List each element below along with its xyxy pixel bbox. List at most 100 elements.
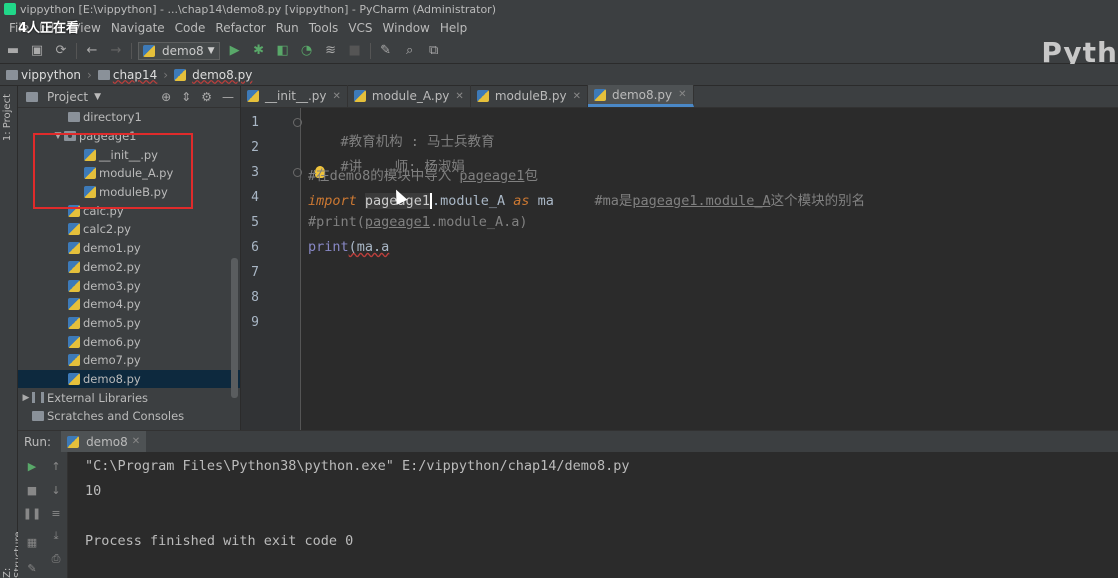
fold-marker-icon[interactable] xyxy=(293,168,302,177)
close-icon[interactable]: ✕ xyxy=(132,436,140,447)
run-tab-label: demo8 xyxy=(86,434,128,449)
code-line-6: print(ma.a xyxy=(308,239,389,255)
comment-text: 这个模块的别名 xyxy=(770,193,866,209)
tree-item-directory1[interactable]: directory1 xyxy=(18,108,240,127)
fold-marker-icon[interactable] xyxy=(293,118,302,127)
pin-icon[interactable]: ✎ xyxy=(24,560,40,576)
project-panel: Project ▼ ⊕ ⇕ ⚙ — directory1 ▼ pageage1 __i… xyxy=(18,86,240,430)
line-number: 1 xyxy=(251,115,259,130)
menu-navigate[interactable]: Navigate xyxy=(106,21,170,35)
tree-item-demo7-py[interactable]: demo7.py xyxy=(18,351,240,370)
tree-item-external-libraries[interactable]: ▶ External Libraries xyxy=(18,388,240,407)
menu-refactor[interactable]: Refactor xyxy=(210,21,270,35)
menu-run[interactable]: Run xyxy=(271,21,304,35)
tree-item-demo5-py[interactable]: demo5.py xyxy=(18,314,240,333)
menu-window[interactable]: Window xyxy=(378,21,435,35)
window-titlebar: vippython [E:\vippython] - ...\chap14\de… xyxy=(0,0,1118,18)
red-highlight-annotation xyxy=(33,133,193,209)
package-name: pageage1 xyxy=(459,168,525,184)
tree-item-demo8-py[interactable]: demo8.py xyxy=(18,369,240,389)
python-file-icon xyxy=(68,279,80,292)
tab-demo8[interactable]: demo8.py ✕ xyxy=(587,85,694,107)
sync-icon[interactable]: ⟳ xyxy=(52,42,70,60)
line-number: 6 xyxy=(251,240,259,255)
tree-item-label: demo1.py xyxy=(83,241,141,256)
gear-icon[interactable]: ⚙ xyxy=(201,90,212,104)
line-number: 3 xyxy=(251,165,259,180)
rerun-icon[interactable]: ▶ xyxy=(24,458,40,474)
breadcrumb-file[interactable]: demo8.py xyxy=(174,68,252,82)
save-icon[interactable]: ▣ xyxy=(28,42,46,60)
chevron-down-icon: ▼ xyxy=(207,45,215,56)
code-editor[interactable]: 1 2 3 4 5 6 7 8 9 #教育机构 : 马士兵教育 #讲 师: 杨淑… xyxy=(241,108,1118,430)
python-file-icon xyxy=(67,435,80,448)
print-icon[interactable]: ⎙ xyxy=(48,551,64,567)
menu-help[interactable]: Help xyxy=(435,21,472,35)
console-line: 10 xyxy=(85,483,102,499)
scroll-to-end-icon[interactable]: ⤓ xyxy=(48,528,64,544)
code-text: (ma.a xyxy=(348,239,390,255)
close-icon[interactable]: ✕ xyxy=(333,91,341,102)
pause-icon[interactable]: ❚❚ xyxy=(23,505,41,521)
project-panel-title[interactable]: Project xyxy=(47,90,88,104)
menu-vcs[interactable]: VCS xyxy=(343,21,377,35)
tab-module-a[interactable]: module_A.py ✕ xyxy=(348,85,471,107)
chevron-right-icon[interactable]: ▶ xyxy=(20,393,32,403)
project-tool-tab[interactable]: 1: Project xyxy=(2,94,13,141)
comment-text: .module_A.a) xyxy=(429,214,528,230)
scroll-down-icon[interactable]: ↓ xyxy=(48,482,64,498)
menu-bar: File Edit View Navigate Code Refactor Ru… xyxy=(0,18,1118,38)
run-tab-demo8[interactable]: demo8 ✕ xyxy=(61,430,147,453)
concurrency-icon[interactable]: ≋ xyxy=(322,42,340,60)
coverage-icon[interactable]: ◧ xyxy=(274,42,292,60)
breadcrumb-project[interactable]: vippython xyxy=(6,68,81,82)
forward-arrow-icon[interactable]: → xyxy=(107,42,125,60)
code-line-3: #在demo8的模块中导入 pageage1包 xyxy=(308,164,538,184)
menu-code[interactable]: Code xyxy=(170,21,211,35)
search-icon[interactable]: ⌕ xyxy=(401,42,419,60)
run-console-output[interactable]: "C:\Program Files\Python38\python.exe" E… xyxy=(68,452,1118,578)
tree-item-demo2-py[interactable]: demo2.py xyxy=(18,258,240,277)
stop-icon[interactable]: ■ xyxy=(346,42,364,60)
soft-wrap-icon[interactable]: ≡ xyxy=(48,505,64,521)
open-folder-icon[interactable]: ▬ xyxy=(4,42,22,60)
line-number: 7 xyxy=(251,265,259,280)
comment-text: #print( xyxy=(308,214,365,230)
tree-item-label: demo2.py xyxy=(83,259,141,274)
hide-icon[interactable]: — xyxy=(222,90,234,104)
stop-icon[interactable]: ■ xyxy=(24,482,40,498)
scroll-up-icon[interactable]: ↑ xyxy=(48,458,64,474)
line-number: 8 xyxy=(251,290,259,305)
profile-icon[interactable]: ◔ xyxy=(298,42,316,60)
python-console-icon[interactable]: ⧉ xyxy=(425,42,443,60)
python-file-icon xyxy=(68,372,80,385)
toolbar-divider xyxy=(76,42,77,59)
wrench-icon[interactable]: ✎ xyxy=(377,42,395,60)
run-icon[interactable]: ▶ xyxy=(226,42,244,60)
menu-tools[interactable]: Tools xyxy=(304,21,344,35)
python-file-icon xyxy=(68,298,80,311)
collapse-all-icon[interactable]: ⇕ xyxy=(181,90,191,104)
tab-label: demo8.py xyxy=(611,87,673,102)
close-icon[interactable]: ✕ xyxy=(455,91,463,102)
tree-item-demo3-py[interactable]: demo3.py xyxy=(18,276,240,295)
run-config-select[interactable]: demo8 ▼ xyxy=(138,41,220,60)
close-icon[interactable]: ✕ xyxy=(678,89,686,100)
debug-icon[interactable]: ✱ xyxy=(250,42,268,60)
locate-icon[interactable]: ⊕ xyxy=(161,90,171,104)
chevron-down-icon[interactable]: ▼ xyxy=(94,92,101,102)
tab-module-b[interactable]: moduleB.py ✕ xyxy=(471,85,588,107)
tree-item-demo1-py[interactable]: demo1.py xyxy=(18,239,240,258)
back-arrow-icon[interactable]: ← xyxy=(83,42,101,60)
python-file-icon xyxy=(247,90,259,102)
layout-icon[interactable]: ▦ xyxy=(24,534,40,550)
tree-item-demo4-py[interactable]: demo4.py xyxy=(18,295,240,314)
tree-item-label: demo6.py xyxy=(83,334,141,349)
tree-item-demo6-py[interactable]: demo6.py xyxy=(18,332,240,351)
tree-item-calc2-py[interactable]: calc2.py xyxy=(18,220,240,239)
tab-init[interactable]: __init__.py ✕ xyxy=(241,85,348,107)
breadcrumb-folder[interactable]: chap14 xyxy=(97,68,157,82)
tree-item-scratches-and-consoles[interactable]: Scratches and Consoles xyxy=(18,407,240,426)
close-icon[interactable]: ✕ xyxy=(573,91,581,102)
project-scrollbar[interactable] xyxy=(231,258,238,398)
